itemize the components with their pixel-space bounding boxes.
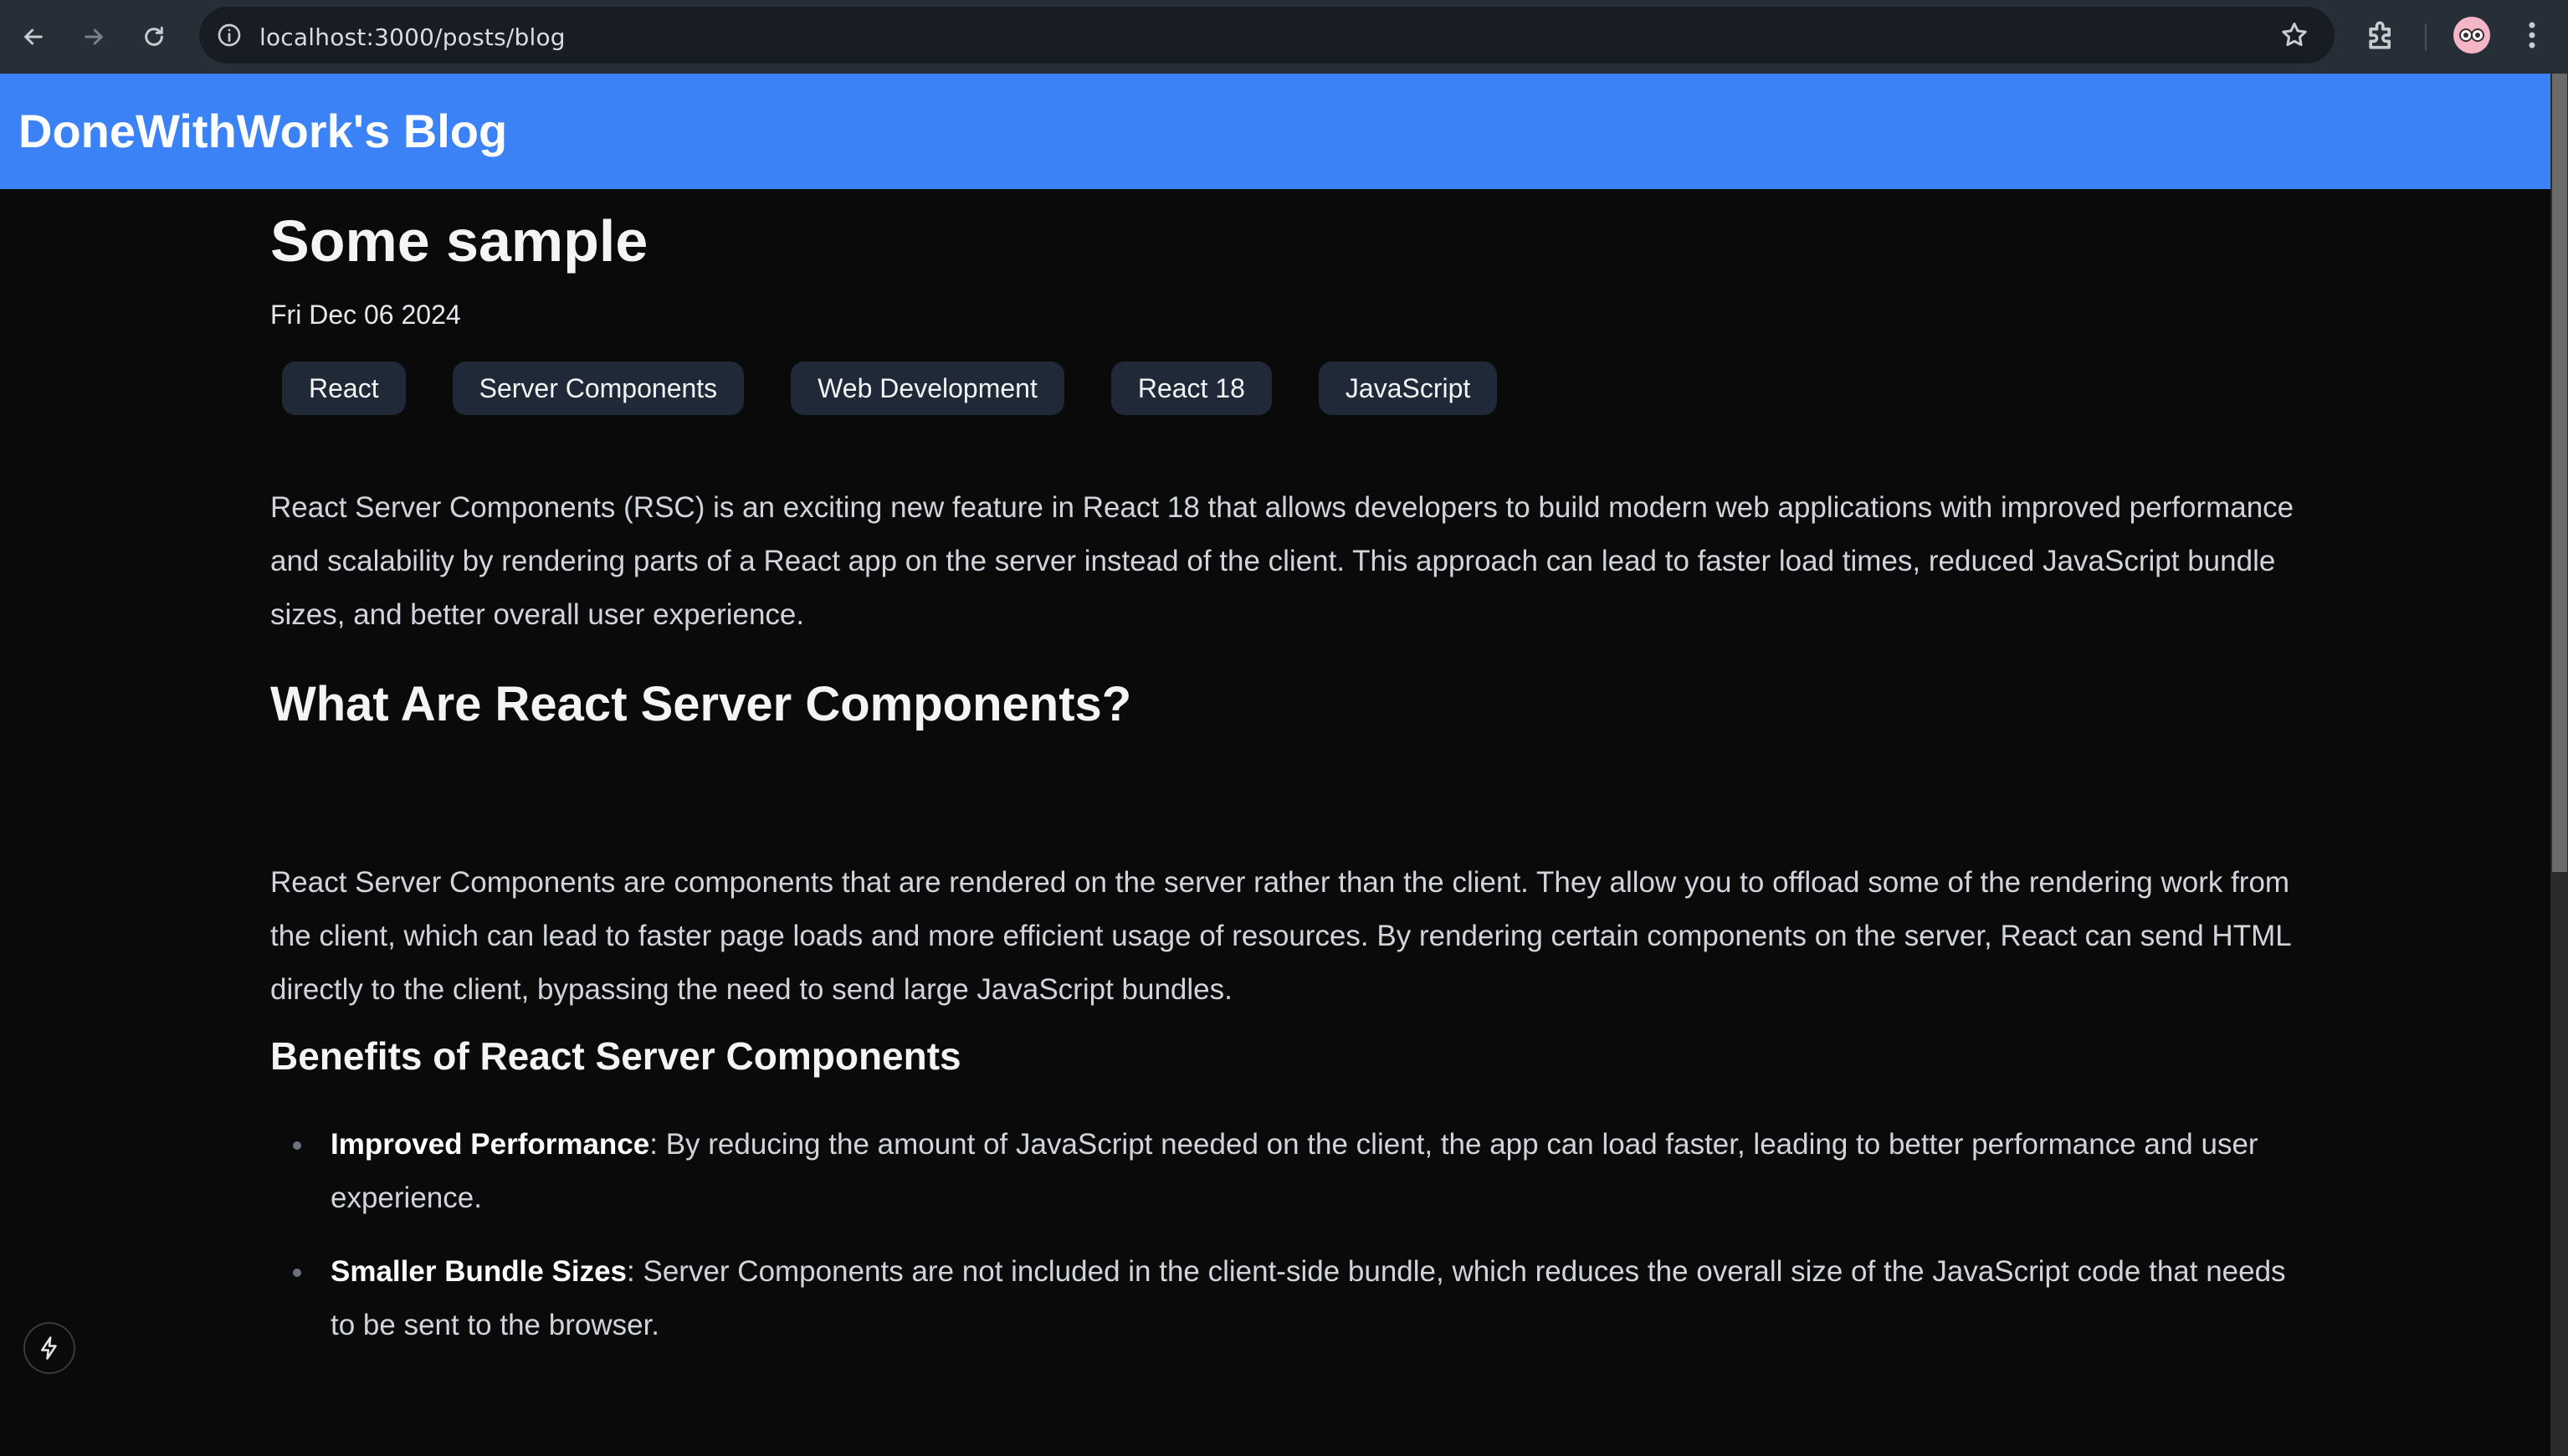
star-icon[interactable] — [2279, 20, 2309, 50]
forward-button[interactable] — [72, 15, 115, 59]
kebab-menu-icon — [2529, 22, 2535, 49]
tag-react[interactable]: React — [282, 361, 406, 415]
dev-tools-indicator[interactable] — [23, 1322, 75, 1374]
list-item: Smaller Bundle Sizes: Server Components … — [270, 1245, 2295, 1352]
list-item-term: Smaller Bundle Sizes — [331, 1255, 628, 1288]
list-item-term: Improved Performance — [331, 1128, 650, 1161]
site-title[interactable]: DoneWithWork's Blog — [18, 104, 507, 158]
url-text[interactable]: localhost:3000/posts/blog — [259, 23, 566, 51]
info-icon[interactable] — [216, 22, 243, 49]
post-date: Fri Dec 06 2024 — [270, 300, 461, 330]
tag-react-18[interactable]: React 18 — [1110, 361, 1272, 415]
post-title: Some sample — [270, 208, 648, 274]
section-heading-benefits: Benefits of React Server Components — [270, 1034, 961, 1078]
scrollbar-thumb[interactable] — [2552, 74, 2567, 872]
reload-icon — [145, 26, 163, 46]
arrow-left-icon — [24, 28, 43, 45]
puzzle-icon[interactable] — [2363, 17, 2400, 54]
toolbar-divider — [2425, 23, 2427, 50]
site-header: DoneWithWork's Blog — [0, 74, 2550, 189]
browser-menu-button[interactable] — [2515, 15, 2549, 55]
profile-avatar[interactable] — [2453, 17, 2490, 54]
section-paragraph-what-are-rsc: React Server Components are components t… — [270, 866, 2291, 1006]
arrow-right-icon — [85, 28, 103, 45]
tag-web-development[interactable]: Web Development — [791, 361, 1064, 415]
tag-server-components[interactable]: Server Components — [452, 361, 745, 415]
address-bar[interactable]: localhost:3000/posts/blog — [199, 7, 2335, 64]
browser-toolbar: localhost:3000/posts/blog — [0, 0, 2568, 74]
avatar-glasses-icon — [2459, 28, 2484, 42]
benefits-list: Improved Performance: By reducing the am… — [270, 1118, 2295, 1372]
tag-list: React Server Components Web Development … — [282, 361, 1498, 415]
tag-javascript[interactable]: JavaScript — [1318, 361, 1498, 415]
reload-button[interactable] — [132, 15, 176, 59]
section-heading-what-are-rsc: What Are React Server Components? — [270, 677, 1132, 731]
lightning-icon — [41, 1336, 57, 1360]
page-viewport: DoneWithWork's Blog Some sample Fri Dec … — [0, 74, 2568, 1456]
list-item: Improved Performance: By reducing the am… — [270, 1118, 2295, 1225]
back-button[interactable] — [12, 15, 55, 59]
intro-paragraph: React Server Components (RSC) is an exci… — [270, 491, 2294, 631]
